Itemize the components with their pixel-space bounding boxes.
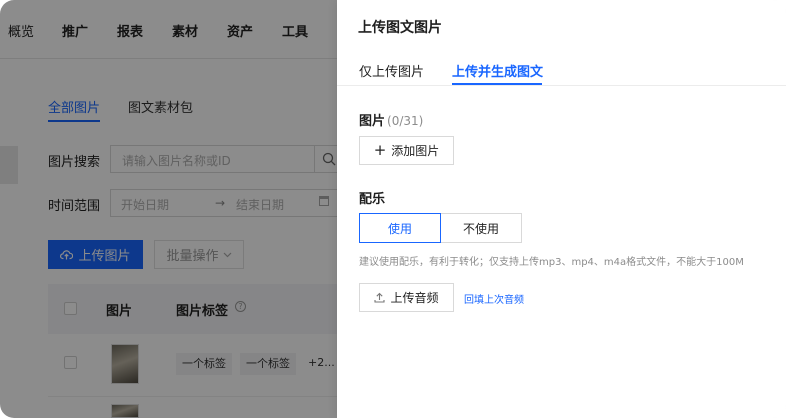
images-label-text: 图片: [359, 114, 386, 129]
add-image-button[interactable]: + 添加图片: [359, 136, 454, 165]
reuse-last-audio-link[interactable]: 回填上次音频: [464, 291, 524, 306]
music-option-no-use[interactable]: 不使用: [441, 213, 522, 243]
upload-audio-button[interactable]: 上传音频: [359, 283, 454, 312]
app-frame: 概览 推广 报表 素材 资产 工具 全部图片 图文素材包 图片搜索 请输入图片名…: [0, 0, 786, 418]
music-section-label: 配乐: [359, 192, 386, 207]
upload-icon: [374, 292, 386, 303]
plus-icon: +: [373, 141, 387, 159]
tab-upload-only[interactable]: 仅上传图片: [359, 61, 424, 80]
upload-drawer: 上传图文图片 仅上传图片 上传并生成图文 图片 (0/31) + 添加图片 配乐 …: [337, 0, 786, 418]
drawer-title: 上传图文图片: [358, 20, 442, 36]
add-image-label: 添加图片: [391, 144, 440, 158]
upload-audio-label: 上传音频: [390, 291, 439, 305]
music-hint: 建议使用配乐，有利于转化；仅支持上传mp3、mp4、m4a格式文件，不能大于10…: [359, 257, 744, 268]
images-section-label: 图片 (0/31): [359, 110, 423, 129]
tab-upload-and-generate[interactable]: 上传并生成图文: [452, 61, 543, 80]
modal-overlay[interactable]: [0, 0, 338, 418]
images-count: (0/31): [387, 114, 424, 128]
music-option-use[interactable]: 使用: [359, 213, 441, 243]
tab-divider: [337, 85, 786, 86]
